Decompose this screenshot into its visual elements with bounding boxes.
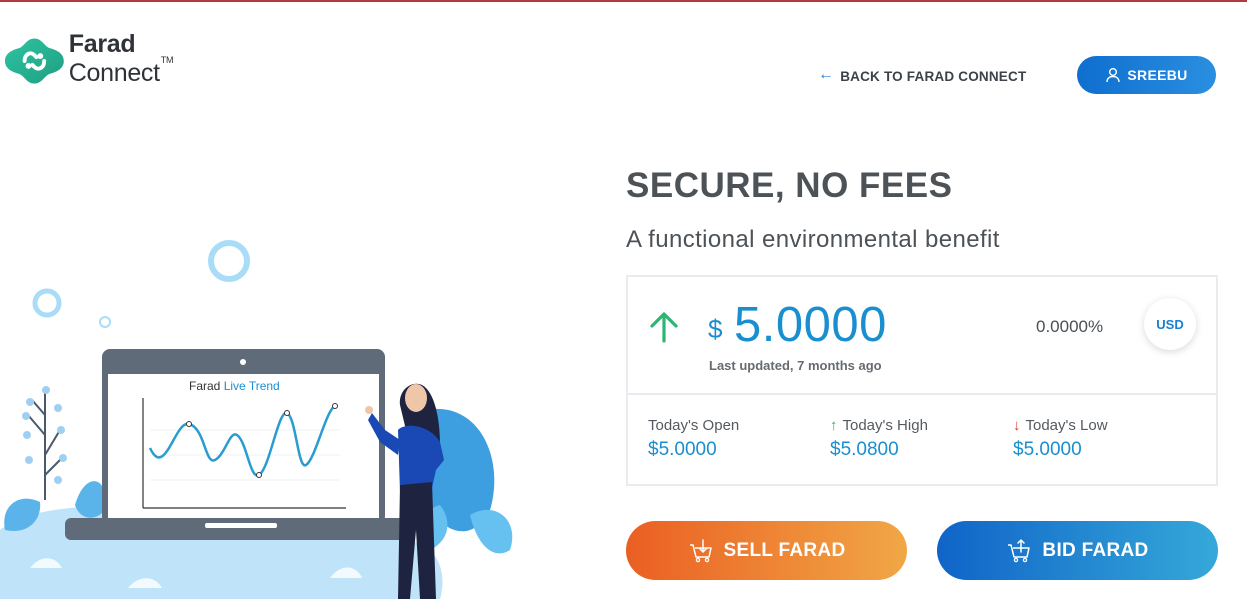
- chart-title-accent: Live Trend: [224, 379, 280, 393]
- laptop: [65, 349, 405, 540]
- back-link-label: BACK TO FARAD CONNECT: [840, 68, 1027, 84]
- price-card: $ 5.0000 Last updated, 7 months ago 0.00…: [626, 275, 1218, 486]
- user-account-button[interactable]: SREEBU: [1077, 56, 1216, 94]
- price-change-percent: 0.0000%: [1036, 317, 1104, 336]
- currency-symbol: $: [708, 314, 723, 344]
- sell-farad-button[interactable]: SELL FARAD: [626, 521, 907, 580]
- arrow-up-icon: ↑: [830, 417, 838, 434]
- brand-name-bold: Farad: [68, 30, 136, 58]
- arrow-down-icon: ↓: [1013, 417, 1021, 434]
- arrow-up-icon: [650, 312, 678, 343]
- stat-label: Today's Open: [648, 417, 740, 434]
- brand-logo[interactable]: Farad ConnectTM: [3, 30, 243, 87]
- decor-ring-small: [99, 316, 111, 328]
- farad-logo-icon: [4, 38, 64, 84]
- trademark: TM: [160, 55, 174, 65]
- stat-todays-open: Today's Open $5.0000: [648, 417, 739, 461]
- hero-illustration: Farad Live Trend: [0, 230, 540, 599]
- stat-todays-high: ↑ Today's High $5.0800: [830, 417, 928, 461]
- stat-todays-low: ↓ Today's Low $5.0000: [1013, 417, 1108, 461]
- bid-farad-button[interactable]: BID FARAD: [937, 521, 1218, 580]
- arrow-left-icon: ←: [818, 66, 835, 83]
- page-subheadline: A functional environmental benefit: [626, 226, 1000, 253]
- sell-button-label: SELL FARAD: [723, 539, 846, 561]
- svg-text:Farad Live Trend: Farad Live Trend: [189, 379, 280, 393]
- price-value: 5.0000: [734, 298, 887, 352]
- decor-ring-medium: [32, 288, 62, 318]
- stat-value: $5.0000: [1013, 439, 1082, 460]
- stat-value: $5.0800: [830, 439, 899, 460]
- page-headline: SECURE, NO FEES: [626, 166, 953, 205]
- left-plant: [4, 386, 106, 531]
- currency-selector[interactable]: USD: [1144, 298, 1196, 350]
- chart-title-dark: Farad: [189, 379, 224, 393]
- stat-label: Today's Low: [1025, 417, 1108, 434]
- decor-ring-large: [208, 240, 250, 282]
- stat-value: $5.0000: [648, 439, 717, 460]
- user-name: SREEBU: [1127, 67, 1188, 83]
- stat-label: Today's High: [842, 417, 928, 434]
- bid-button-label: BID FARAD: [1042, 539, 1149, 561]
- cart-up-icon: [1008, 538, 1031, 562]
- cart-down-icon: [689, 538, 712, 562]
- user-icon: [1106, 68, 1121, 83]
- price-summary: $ 5.0000 Last updated, 7 months ago 0.00…: [628, 277, 1216, 395]
- back-to-farad-connect-link[interactable]: ← BACK TO FARAD CONNECT: [818, 66, 1026, 86]
- last-updated: Last updated, 7 months ago: [709, 358, 882, 373]
- top-border: [0, 0, 1247, 2]
- brand-name-light: Connect: [68, 59, 160, 87]
- trend-presentation-illustration: Farad Live Trend: [0, 240, 513, 599]
